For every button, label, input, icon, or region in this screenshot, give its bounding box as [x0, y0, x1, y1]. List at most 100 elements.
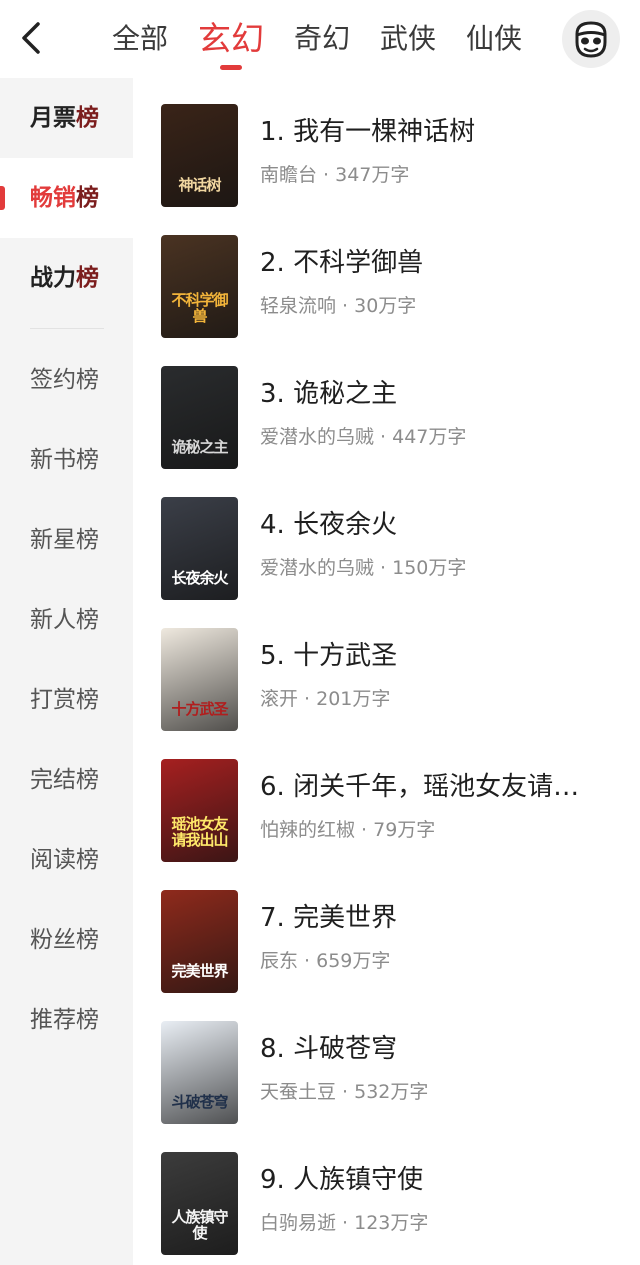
sidebar-item-label-suffix: 榜: [76, 847, 99, 873]
book-cover-image[interactable]: 不科学御兽: [161, 235, 238, 338]
sidebar-item-label-suffix: 榜: [76, 105, 99, 131]
book-cover-image[interactable]: 人族镇守使: [161, 1152, 238, 1255]
sidebar-item-10[interactable]: 粉丝榜: [0, 900, 133, 980]
book-list-item[interactable]: 斗破苍穹 8. 斗破苍穹天蚕土豆 · 532万字: [133, 995, 640, 1126]
book-list-item[interactable]: 诡秘之主 3. 诡秘之主爱潜水的乌贼 · 447万字: [133, 340, 640, 471]
sidebar-item-label: 签约: [30, 367, 76, 393]
sidebar-item-2[interactable]: 战力榜: [0, 238, 133, 318]
book-cover-image[interactable]: 完美世界: [161, 890, 238, 993]
tab-label: 武侠: [380, 22, 437, 55]
book-title[interactable]: 2. 不科学御兽: [260, 243, 590, 283]
sidebar-item-label-suffix: 榜: [76, 447, 99, 473]
book-cover-image[interactable]: 诡秘之主: [161, 366, 238, 469]
tab-0[interactable]: 全部: [112, 14, 168, 66]
sidebar-item-label-suffix: 榜: [76, 367, 99, 393]
book-list-item[interactable]: 长夜余火 4. 长夜余火爱潜水的乌贼 · 150万字: [133, 471, 640, 602]
monkey-avatar-icon: [575, 21, 607, 58]
sidebar-item-label: 打赏: [30, 687, 76, 713]
tab-label: 全部: [112, 22, 169, 55]
sidebar-item-label-suffix: 榜: [76, 1007, 99, 1033]
book-list-item[interactable]: 神话树 1. 我有一棵神话树南瞻台 · 347万字: [133, 78, 640, 209]
category-tabs: 全部 玄幻 奇幻 武侠 仙侠: [112, 14, 552, 74]
active-tab-indicator: [220, 65, 243, 70]
book-cover-image[interactable]: 瑶池女友请我出山: [161, 759, 238, 862]
book-list-item[interactable]: 完美世界 7. 完美世界辰东 · 659万字: [133, 864, 640, 995]
book-cover-image[interactable]: 长夜余火: [161, 497, 238, 600]
sidebar-item-9[interactable]: 阅读榜: [0, 820, 133, 900]
sidebar-divider: [30, 328, 104, 329]
book-author-wordcount: 辰东 · 659万字: [260, 950, 391, 972]
book-title[interactable]: 3. 诡秘之主: [260, 374, 590, 414]
sidebar-item-4[interactable]: 新书榜: [0, 420, 133, 500]
sidebar-item-7[interactable]: 打赏榜: [0, 660, 133, 740]
top-navigation-bar: 全部 玄幻 奇幻 武侠 仙侠: [0, 0, 640, 78]
chevron-left-icon: [22, 22, 40, 54]
sidebar-item-label-suffix: 榜: [76, 927, 99, 953]
tab-label: 仙侠: [466, 22, 523, 55]
sidebar-item-label-suffix: 榜: [76, 527, 99, 553]
sidebar-item-3[interactable]: 签约榜: [0, 340, 133, 420]
user-avatar[interactable]: [562, 10, 620, 68]
book-cover-title: 瑶池女友请我出山: [171, 815, 228, 849]
sidebar-item-label: 畅销: [30, 185, 76, 211]
sidebar-item-label: 战力: [30, 265, 76, 291]
book-cover-title: 斗破苍穹: [171, 1093, 228, 1111]
sidebar-item-1[interactable]: 畅销榜: [0, 158, 133, 238]
sidebar-item-8[interactable]: 完结榜: [0, 740, 133, 820]
sidebar-item-label: 月票: [30, 105, 76, 131]
sidebar-item-0[interactable]: 月票榜: [0, 78, 133, 158]
book-author-wordcount: 爱潜水的乌贼 · 447万字: [260, 426, 467, 448]
sidebar-item-label: 粉丝: [30, 927, 76, 953]
book-cover-title: 完美世界: [171, 962, 228, 980]
book-author-wordcount: 轻泉流响 · 30万字: [260, 295, 417, 317]
book-author-wordcount: 怕辣的红椒 · 79万字: [260, 819, 436, 841]
book-title[interactable]: 5. 十方武圣: [260, 636, 590, 676]
book-cover-image[interactable]: 神话树: [161, 104, 238, 207]
sidebar-item-label-suffix: 榜: [76, 767, 99, 793]
tab-2[interactable]: 奇幻: [294, 14, 350, 66]
sidebar-item-label: 新书: [30, 447, 76, 473]
book-title[interactable]: 6. 闭关千年，瑶池女友请我出山: [260, 767, 590, 807]
book-list-item[interactable]: 不科学御兽 2. 不科学御兽轻泉流响 · 30万字: [133, 209, 640, 340]
sidebar-item-label: 推荐: [30, 1007, 76, 1033]
book-title[interactable]: 9. 人族镇守使: [260, 1160, 590, 1200]
book-list-item[interactable]: 十方武圣 5. 十方武圣滚开 · 201万字: [133, 602, 640, 733]
sidebar-item-label-suffix: 榜: [76, 265, 99, 291]
back-button[interactable]: [12, 18, 52, 58]
book-title[interactable]: 8. 斗破苍穹: [260, 1029, 590, 1069]
book-title[interactable]: 4. 长夜余火: [260, 505, 590, 545]
ranking-sidebar: 月票榜 畅销榜 战力榜 签约榜 新书榜 新星榜 新人榜 打赏榜 完结榜 阅读榜 粉丝榜 推荐榜: [0, 78, 133, 1265]
book-cover-image[interactable]: 十方武圣: [161, 628, 238, 731]
sidebar-item-label-suffix: 榜: [76, 607, 99, 633]
book-title[interactable]: 1. 我有一棵神话树: [260, 112, 590, 152]
book-ranking-list: 神话树 1. 我有一棵神话树南瞻台 · 347万字不科学御兽 2. 不科学御兽轻泉流…: [133, 78, 640, 1265]
sidebar-item-label: 新星: [30, 527, 76, 553]
book-author-wordcount: 白驹易逝 · 123万字: [260, 1212, 429, 1234]
sidebar-item-label-suffix: 榜: [76, 185, 99, 211]
tab-4[interactable]: 仙侠: [466, 14, 522, 66]
sidebar-item-label: 阅读: [30, 847, 76, 873]
tab-label: 玄幻: [198, 19, 265, 58]
book-cover-title: 不科学御兽: [171, 291, 228, 325]
book-author-wordcount: 天蚕土豆 · 532万字: [260, 1081, 429, 1103]
book-list-item[interactable]: 人族镇守使 9. 人族镇守使白驹易逝 · 123万字: [133, 1126, 640, 1257]
sidebar-item-6[interactable]: 新人榜: [0, 580, 133, 660]
book-cover-title: 长夜余火: [171, 569, 228, 587]
tab-1[interactable]: 玄幻: [198, 14, 265, 70]
book-list-item[interactable]: 瑶池女友请我出山 6. 闭关千年，瑶池女友请我出山怕辣的红椒 · 79万字: [133, 733, 640, 864]
book-author-wordcount: 爱潜水的乌贼 · 150万字: [260, 557, 467, 579]
sidebar-item-11[interactable]: 推荐榜: [0, 980, 133, 1060]
sidebar-item-5[interactable]: 新星榜: [0, 500, 133, 580]
book-cover-title: 十方武圣: [171, 700, 228, 718]
book-title[interactable]: 7. 完美世界: [260, 898, 590, 938]
book-cover-image[interactable]: 斗破苍穹: [161, 1021, 238, 1124]
book-cover-title: 神话树: [178, 176, 221, 194]
sidebar-item-label: 新人: [30, 607, 76, 633]
book-author-wordcount: 南瞻台 · 347万字: [260, 164, 410, 186]
sidebar-item-label-suffix: 榜: [76, 687, 99, 713]
book-author-wordcount: 滚开 · 201万字: [260, 688, 391, 710]
tab-3[interactable]: 武侠: [380, 14, 436, 66]
tab-label: 奇幻: [294, 22, 351, 55]
book-cover-title: 人族镇守使: [171, 1208, 228, 1242]
sidebar-item-label: 完结: [30, 767, 76, 793]
